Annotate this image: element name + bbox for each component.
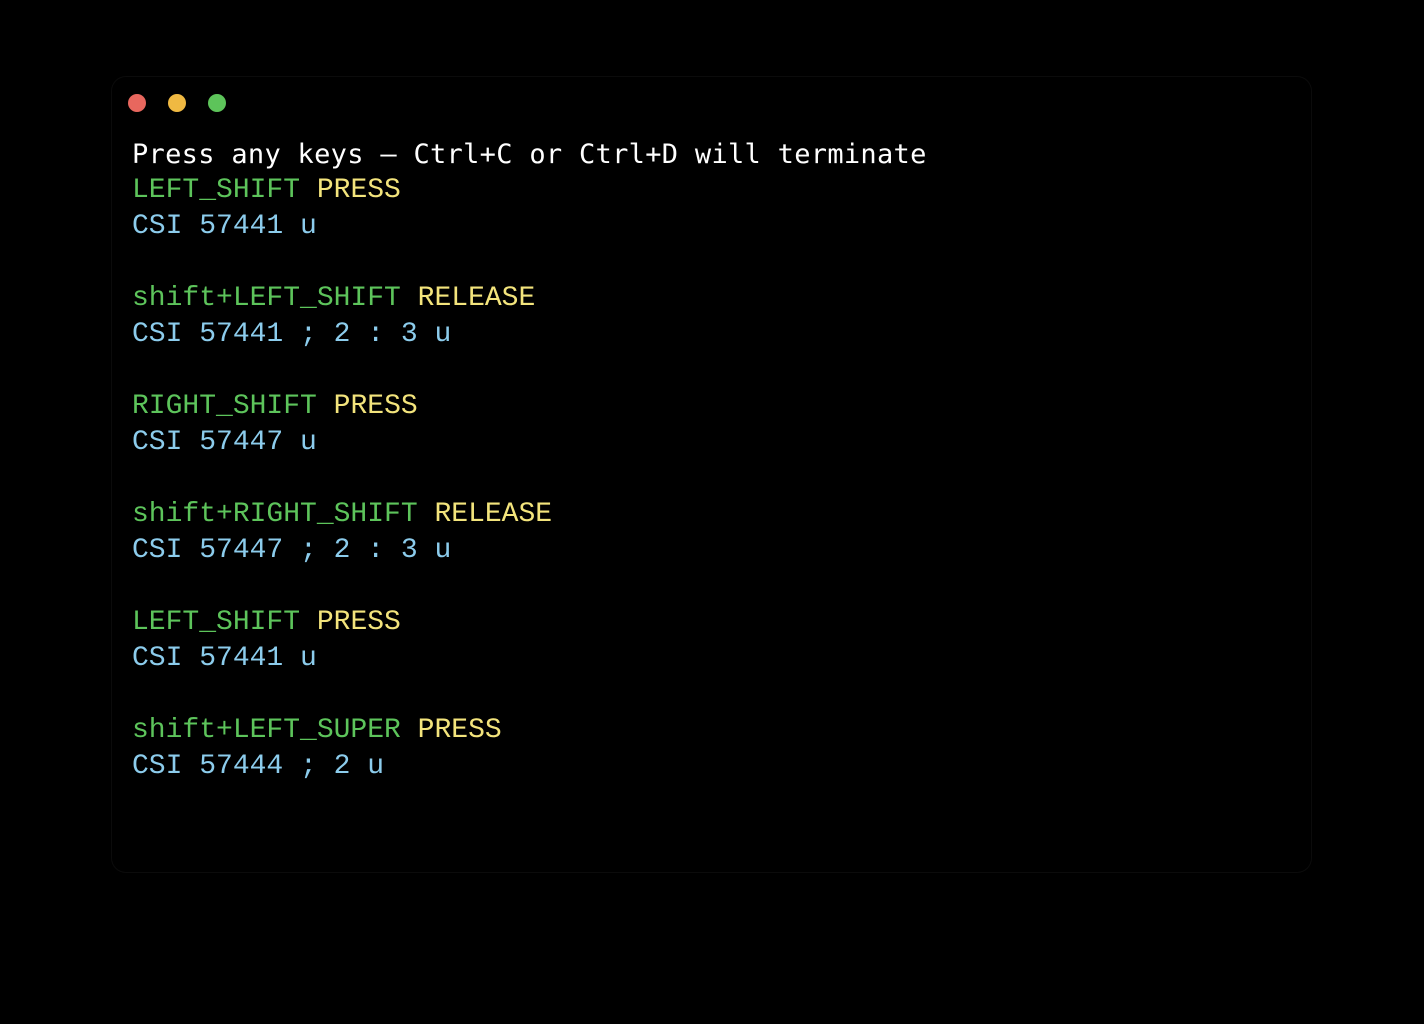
- csi-sequence-line: CSI 57444 ; 2 u: [132, 751, 385, 782]
- csi-sequence-line: CSI 57441 u: [132, 211, 317, 242]
- key-name: shift+LEFT_SHIFT: [132, 283, 401, 314]
- key-action: RELEASE: [434, 499, 553, 530]
- maximize-button[interactable]: [208, 94, 226, 112]
- csi-sequence-line: CSI 57447 ; 2 : 3 u: [132, 535, 452, 566]
- key-event-line: shift+RIGHT_SHIFT RELEASE: [132, 497, 1311, 533]
- minimize-button[interactable]: [168, 94, 186, 112]
- key-event-log: LEFT_SHIFT PRESS CSI 57441 u shift+LEFT_S…: [132, 173, 1311, 785]
- terminal-output[interactable]: Press any keys – Ctrl+C or Ctrl+D will t…: [112, 129, 1311, 872]
- key-action: RELEASE: [417, 283, 536, 314]
- title-bar[interactable]: [112, 77, 1311, 129]
- terminal-window: Press any keys – Ctrl+C or Ctrl+D will t…: [112, 77, 1311, 872]
- key-event-line: RIGHT_SHIFT PRESS: [132, 389, 1311, 425]
- key-name: shift+RIGHT_SHIFT: [132, 499, 418, 530]
- key-action: PRESS: [316, 175, 401, 206]
- csi-sequence-line: CSI 57447 u: [132, 427, 317, 458]
- key-event-line: shift+LEFT_SHIFT RELEASE: [132, 281, 1311, 317]
- key-action: PRESS: [417, 715, 502, 746]
- key-name: RIGHT_SHIFT: [132, 391, 317, 422]
- key-event-line: LEFT_SHIFT PRESS: [132, 605, 1311, 641]
- key-name: shift+LEFT_SUPER: [132, 715, 401, 746]
- key-action: PRESS: [316, 607, 401, 638]
- csi-sequence-line: CSI 57441 ; 2 : 3 u: [132, 319, 452, 350]
- close-button[interactable]: [128, 94, 146, 112]
- csi-sequence-line: CSI 57441 u: [132, 643, 317, 674]
- key-event-line: LEFT_SHIFT PRESS: [132, 173, 1311, 209]
- key-name: LEFT_SHIFT: [132, 607, 301, 638]
- key-event-line: shift+LEFT_SUPER PRESS: [132, 713, 1311, 749]
- terminal-header-line: Press any keys – Ctrl+C or Ctrl+D will t…: [132, 139, 927, 170]
- key-action: PRESS: [333, 391, 418, 422]
- key-name: LEFT_SHIFT: [132, 175, 301, 206]
